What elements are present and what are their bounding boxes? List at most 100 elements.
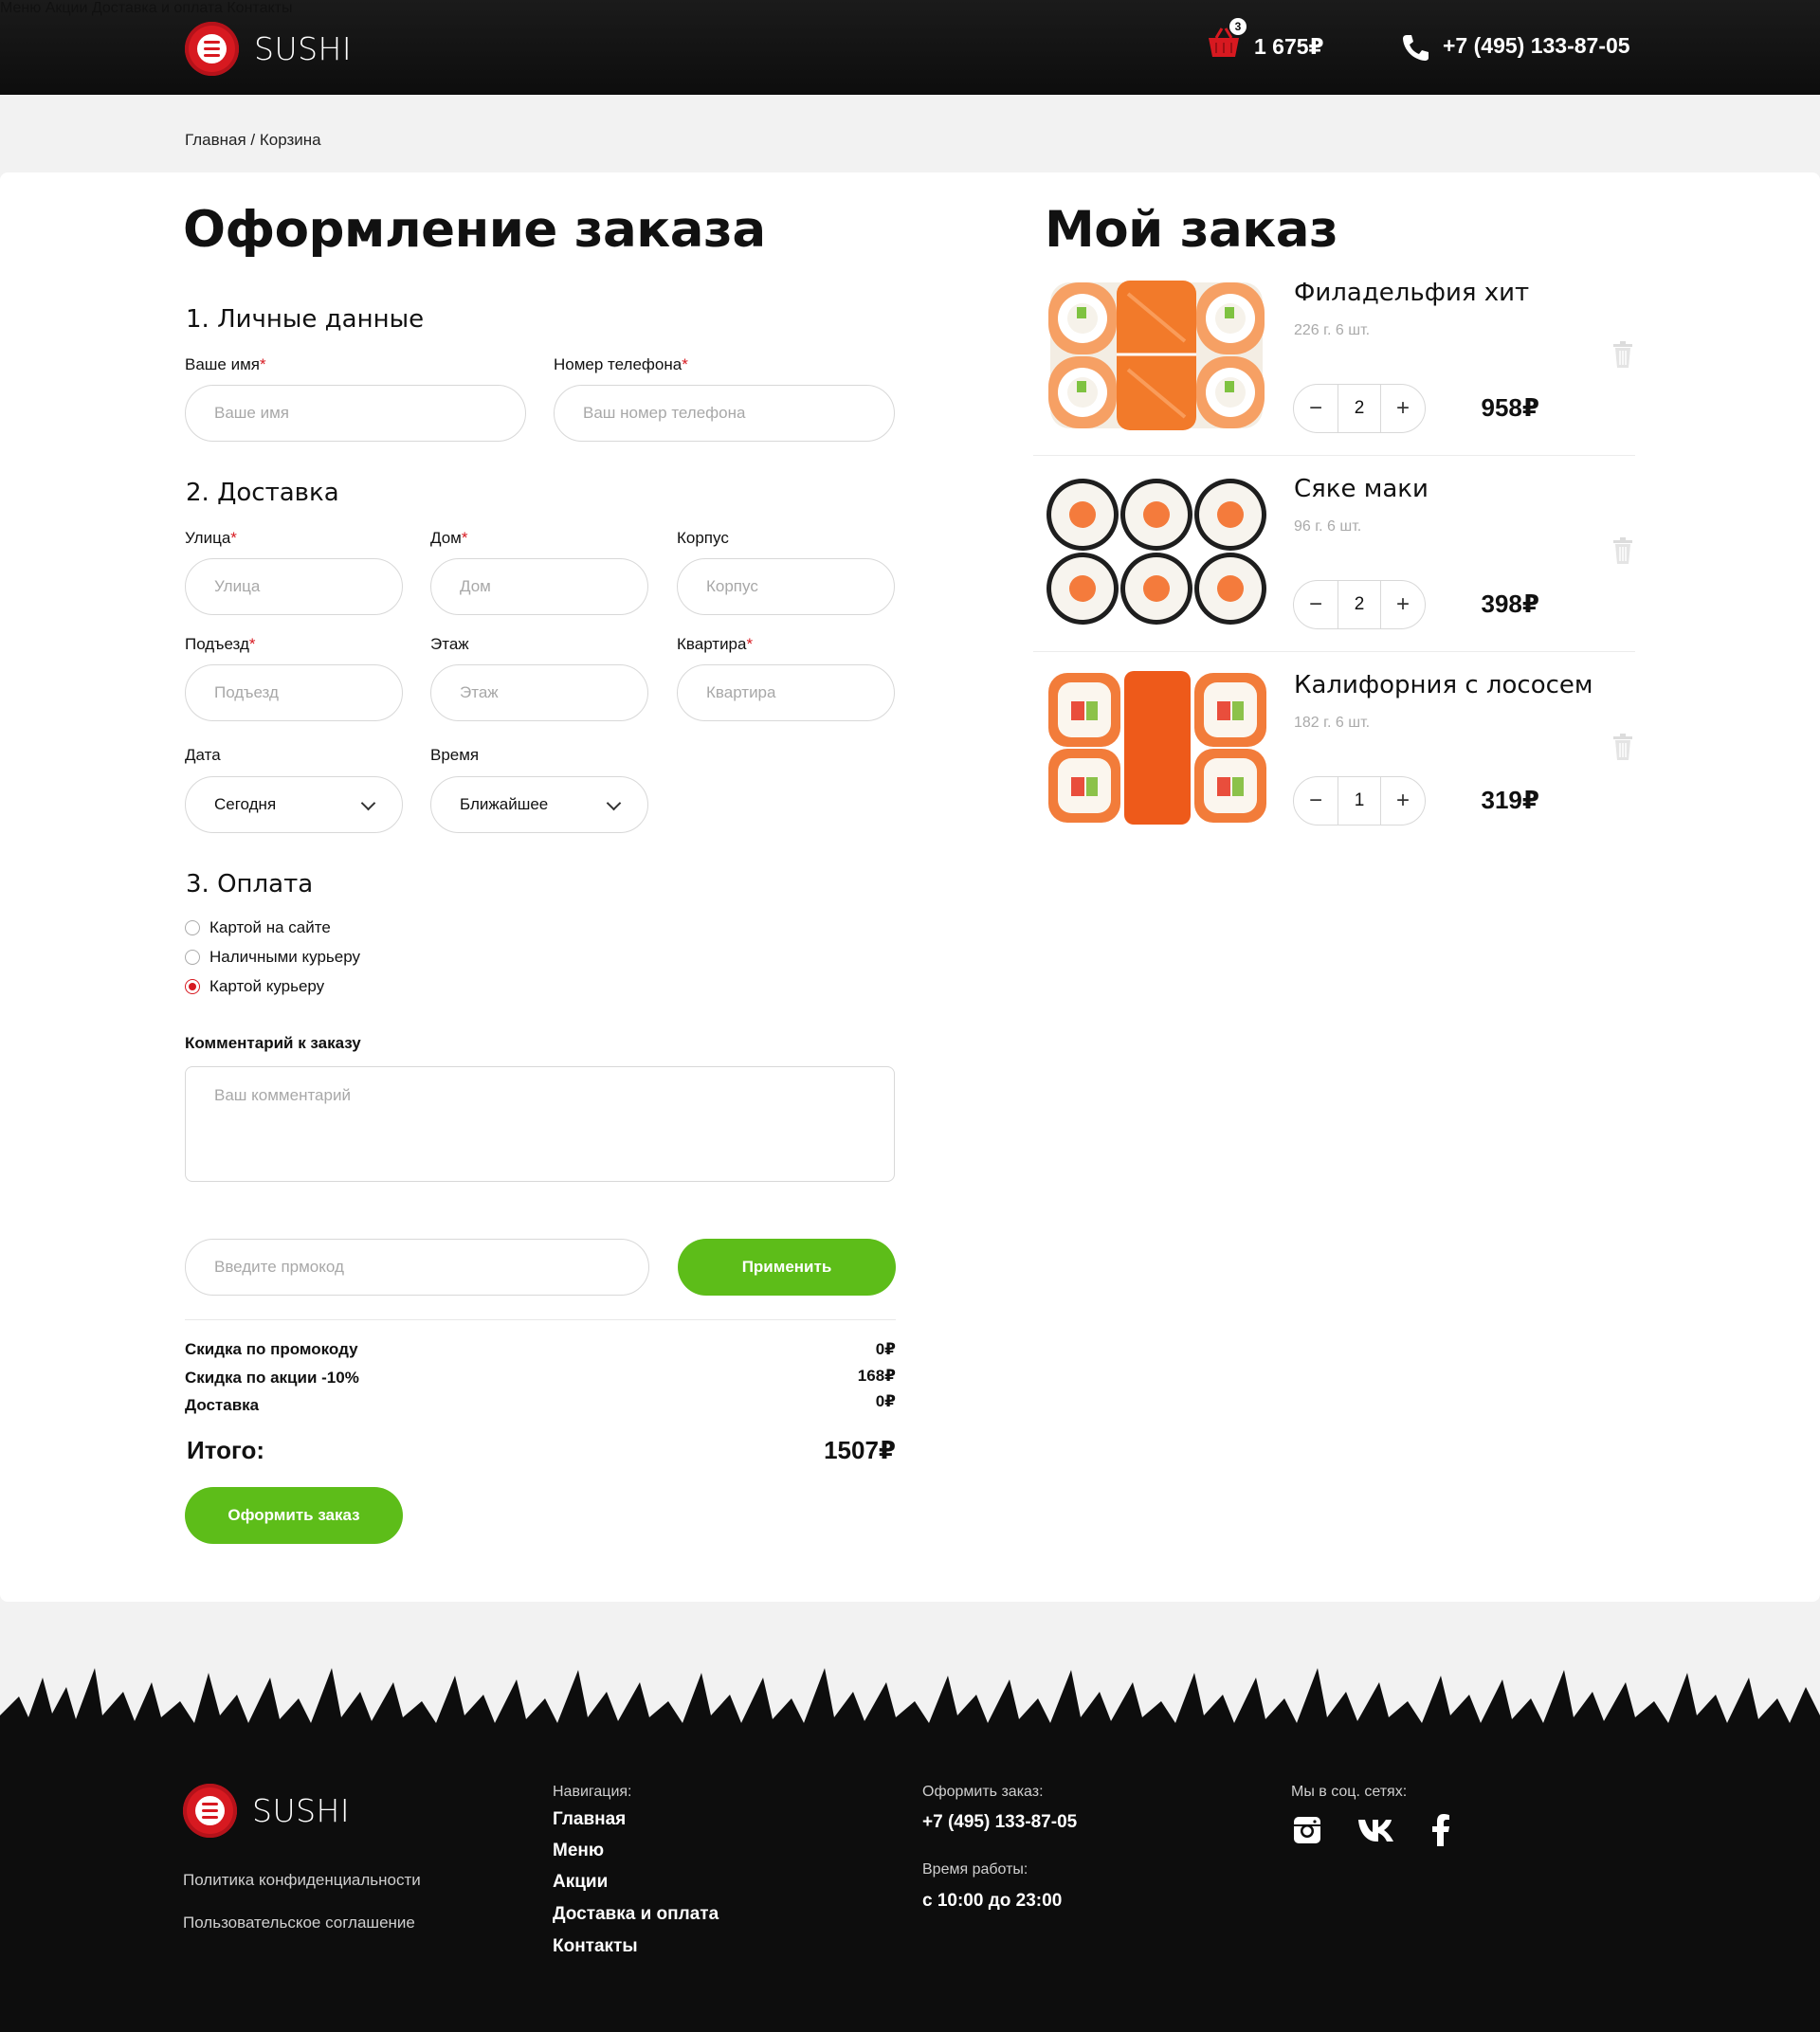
footer-phone[interactable]: +7 (495) 133-87-05 [922,1812,1077,1833]
entrance-input[interactable] [185,664,403,721]
footer-order-title: Оформить заказ: [922,1784,1044,1800]
bamboo-grass-decoration [0,1668,1820,1744]
decrease-button[interactable]: − [1294,385,1338,432]
floor-label: Этаж [430,635,469,653]
logo-text: SUSHI [252,1792,351,1829]
footer-nav-menu[interactable]: Меню [553,1841,604,1861]
submit-order-button[interactable]: Оформить заказ [185,1487,403,1544]
quantity-value: 2 [1338,581,1381,628]
footer-nav-title: Навигация: [553,1784,632,1800]
trash-icon[interactable] [1612,733,1633,761]
promo-input[interactable] [185,1239,649,1296]
quantity-value: 2 [1338,385,1381,432]
phone-label: Номер телефона* [554,355,688,373]
section-delivery-title: 2. Доставка [186,479,339,507]
quantity-stepper: − 1 + [1293,776,1426,826]
footer-logo[interactable]: SUSHI [183,1784,350,1838]
cart-count-badge: 3 [1229,18,1247,35]
order-item-name: Филадельфия хит [1294,279,1530,307]
footer-social-title: Мы в соц. сетях: [1291,1784,1408,1800]
payment-option-card-online[interactable]: Картой на сайте [185,918,331,937]
site-footer: SUSHI Политика конфиденциальности Пользо… [0,1602,1820,2032]
facebook-icon[interactable] [1431,1814,1450,1846]
logo[interactable]: SUSHI [185,22,352,76]
house-label: Дом* [430,529,468,547]
breadcrumb[interactable]: Главная / Корзина [185,131,321,150]
street-label: Улица* [185,529,237,547]
chevron-down-icon [606,795,622,811]
header-phone[interactable]: +7 (495) 133-87-05 [1443,33,1630,59]
quantity-stepper: − 2 + [1293,384,1426,433]
footer-nav-home[interactable]: Главная [553,1809,626,1830]
footer-nav-contacts[interactable]: Контакты [553,1936,638,1957]
date-select[interactable]: Сегодня [185,776,403,833]
comment-textarea[interactable] [185,1066,895,1182]
logo-text: SUSHI [254,30,353,67]
quantity-stepper: − 2 + [1293,580,1426,629]
name-input[interactable] [185,385,526,442]
apply-promo-button[interactable]: Применить [678,1239,896,1296]
delivery-cost-label: Доставка [185,1396,260,1414]
section-payment-title: 3. Оплата [186,870,314,898]
total-value: 1507₽ [824,1436,896,1464]
site-header: SUSHI Меню Акции Доставка и оплата Конта… [0,0,1820,95]
nav-promotions[interactable]: Акции [46,0,88,16]
house-input[interactable] [430,558,648,615]
privacy-policy-link[interactable]: Политика конфиденциальности [183,1871,421,1890]
order-title: Мой заказ [1045,201,1338,259]
user-agreement-link[interactable]: Пользовательское соглашение [183,1914,415,1932]
nav-contacts[interactable]: Контакты [227,0,292,16]
chevron-down-icon [360,795,376,811]
logo-icon [183,1784,237,1838]
radio-button[interactable] [185,950,200,965]
section-personal-title: 1. Личные данные [186,305,425,334]
time-select[interactable]: Ближайшее [430,776,648,833]
item-divider [1033,455,1635,456]
footer-hours: с 10:00 до 23:00 [922,1891,1063,1911]
cart-total[interactable]: 1 675₽ [1254,34,1324,60]
product-image-philadelphia [1048,281,1265,430]
decrease-button[interactable]: − [1294,777,1338,825]
sale-discount-value: 168₽ [857,1367,896,1385]
payment-option-card-courier[interactable]: Картой курьеру [185,977,324,996]
radio-button-selected[interactable] [185,979,200,994]
date-select-value: Сегодня [214,795,277,813]
trash-icon[interactable] [1612,536,1633,565]
total-label: Итого: [187,1436,264,1464]
footer-nav-delivery[interactable]: Доставка и оплата [553,1904,719,1925]
promo-discount-label: Скидка по промокоду [185,1340,358,1358]
decrease-button[interactable]: − [1294,581,1338,628]
radio-button[interactable] [185,920,200,935]
trash-icon[interactable] [1612,340,1633,369]
time-label: Время [430,746,480,764]
logo-icon [185,22,239,76]
payment-option-cash[interactable]: Наличными курьеру [185,948,360,967]
instagram-icon[interactable] [1293,1816,1321,1844]
building-input[interactable] [677,558,895,615]
vk-icon[interactable] [1357,1818,1399,1842]
product-image-syake-maki [1046,479,1266,625]
name-label: Ваше имя* [185,355,266,373]
order-item-name: Калифорния с лососем [1294,671,1593,699]
time-select-value: Ближайшее [460,795,549,813]
apartment-input[interactable] [677,664,895,721]
phone-input[interactable] [554,385,895,442]
nav-menu[interactable]: Меню [0,0,41,16]
product-image-california [1048,671,1266,825]
apartment-label: Квартира* [677,635,754,653]
nav-delivery[interactable]: Доставка и оплата [92,0,223,16]
footer-nav-promotions[interactable]: Акции [553,1872,608,1893]
divider [185,1319,896,1320]
entrance-label: Подъезд* [185,635,256,653]
order-item-price: 958₽ [1481,393,1539,422]
floor-input[interactable] [430,664,648,721]
checkout-card: Оформление заказа 1. Личные данные Ваше … [0,172,1820,1602]
street-input[interactable] [185,558,403,615]
order-item-meta: 182 г. 6 шт. [1294,715,1371,731]
building-label: Корпус [677,529,729,547]
comment-label: Комментарий к заказу [185,1034,361,1052]
promo-discount-value: 0₽ [875,1340,896,1358]
order-item-price: 398₽ [1481,590,1539,618]
sale-discount-label: Скидка по акции -10% [185,1369,359,1387]
page-title: Оформление заказа [183,201,766,259]
